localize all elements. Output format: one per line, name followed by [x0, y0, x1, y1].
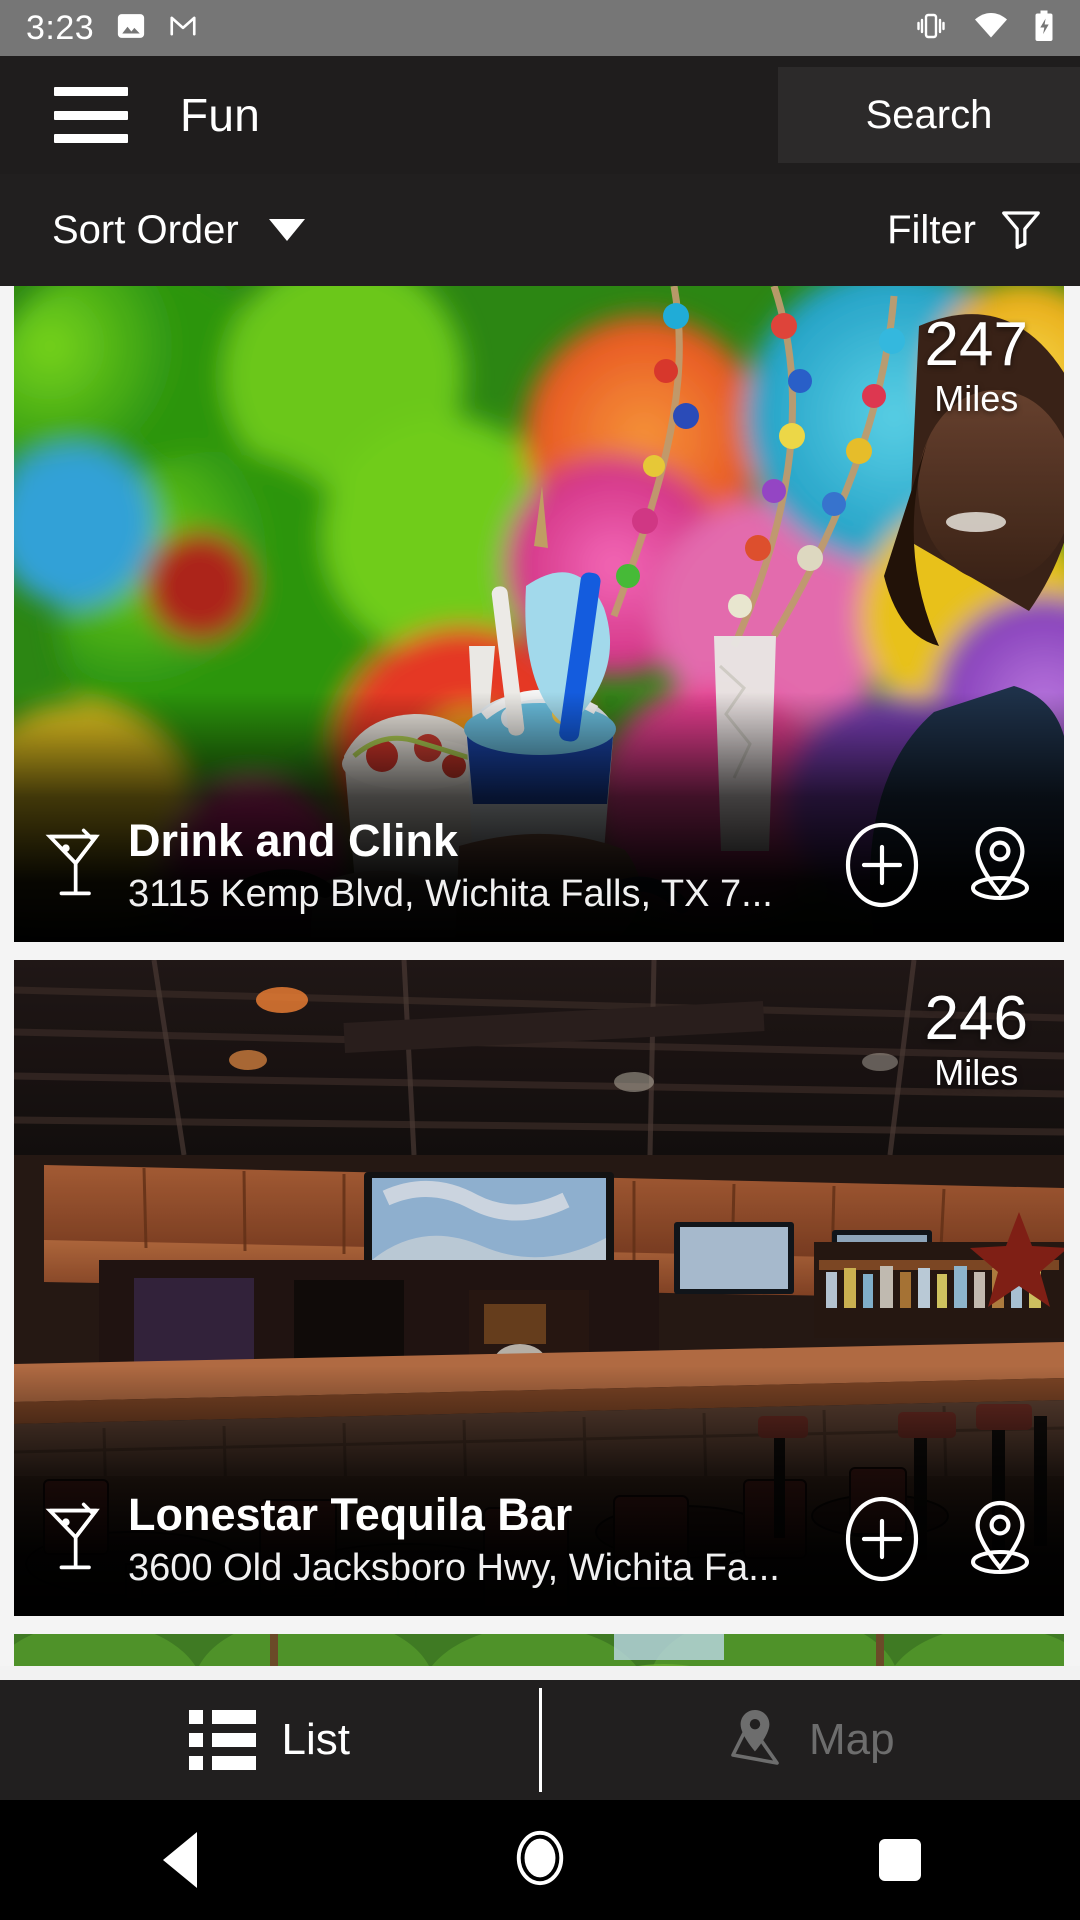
list-item-info-bar: Lonestar Tequila Bar 3600 Old Jacksboro … [14, 1466, 1064, 1616]
funnel-icon [998, 205, 1044, 256]
tab-list-label: List [281, 1715, 350, 1764]
wifi-icon [974, 12, 1008, 45]
list-item-actions [844, 1496, 1038, 1587]
map-pin-icon [727, 1707, 783, 1774]
plus-circle-icon[interactable] [844, 822, 920, 913]
filter-button[interactable]: Filter [887, 205, 1044, 256]
distance-unit: Miles [934, 378, 1019, 419]
recents-square-icon [879, 1839, 921, 1881]
sort-filter-bar: Sort Order Filter [0, 174, 1080, 286]
distance-badge: 246 Miles [925, 988, 1028, 1095]
list-item-text: Lonestar Tequila Bar 3600 Old Jacksboro … [128, 1490, 818, 1592]
back-button[interactable] [90, 1800, 270, 1920]
filter-label: Filter [887, 207, 976, 252]
cocktail-glass-icon [44, 826, 108, 909]
chevron-down-icon [268, 219, 305, 241]
list-item-text: Drink and Clink 3115 Kemp Blvd, Wichita … [128, 816, 818, 918]
sort-order-dropdown[interactable]: Sort Order [52, 208, 305, 253]
list-item-actions [844, 822, 1038, 913]
tab-map[interactable]: Map [542, 1680, 1080, 1800]
list-item-info-bar: Drink and Clink 3115 Kemp Blvd, Wichita … [14, 792, 1064, 942]
photo-icon [116, 11, 146, 46]
venue-name: Drink and Clink [128, 816, 459, 866]
status-bar-right [914, 10, 1054, 47]
back-triangle-icon [163, 1832, 197, 1888]
page-title: Fun [180, 89, 261, 141]
plus-circle-icon[interactable] [844, 1496, 920, 1587]
android-nav-bar [0, 1800, 1080, 1920]
venue-photo [14, 1634, 1064, 1666]
home-button[interactable] [450, 1800, 630, 1920]
search-button[interactable]: Search [778, 67, 1080, 163]
bottom-tab-bar: List Map [0, 1680, 1080, 1800]
battery-charging-icon [1034, 10, 1054, 47]
venue-list[interactable]: 247 Miles Drink and Clink 3115 Kemp Blvd… [0, 286, 1080, 1666]
recents-button[interactable] [810, 1800, 990, 1920]
status-bar: 3:23 [0, 0, 1080, 56]
distance-value: 247 [924, 310, 1028, 379]
tab-list[interactable]: List [0, 1680, 539, 1800]
venue-name: Lonestar Tequila Bar [128, 1490, 573, 1540]
app-bar: Fun Search [0, 56, 1080, 174]
distance-value: 246 [924, 984, 1028, 1053]
vibrate-icon [914, 11, 948, 46]
distance-unit: Miles [934, 1052, 1019, 1093]
distance-badge: 247 Miles [925, 314, 1028, 421]
search-button-label: Search [865, 92, 993, 137]
list-item[interactable]: 246 Miles Lonestar Tequila Bar 3600 Old … [14, 960, 1064, 1616]
map-pin-icon[interactable] [962, 1496, 1038, 1587]
map-pin-icon[interactable] [962, 822, 1038, 913]
list-item[interactable] [14, 1634, 1064, 1666]
list-item[interactable]: 247 Miles Drink and Clink 3115 Kemp Blvd… [14, 286, 1064, 942]
tab-map-label: Map [808, 1715, 895, 1764]
venue-address: 3115 Kemp Blvd, Wichita Falls, TX 7... [128, 873, 773, 916]
list-icon [188, 1710, 256, 1770]
phone-screen: 3:23 Fun Search Sort Order Filter 247 Mi… [0, 0, 1080, 1920]
gmail-icon [168, 11, 198, 46]
status-bar-left: 3:23 [26, 11, 198, 46]
hamburger-menu-icon[interactable] [54, 87, 128, 143]
cocktail-glass-icon [44, 1500, 108, 1583]
status-clock: 3:23 [26, 9, 95, 47]
venue-address: 3600 Old Jacksboro Hwy, Wichita Fa... [128, 1547, 780, 1590]
home-circle-icon [511, 1829, 569, 1892]
sort-order-label: Sort Order [52, 207, 239, 252]
